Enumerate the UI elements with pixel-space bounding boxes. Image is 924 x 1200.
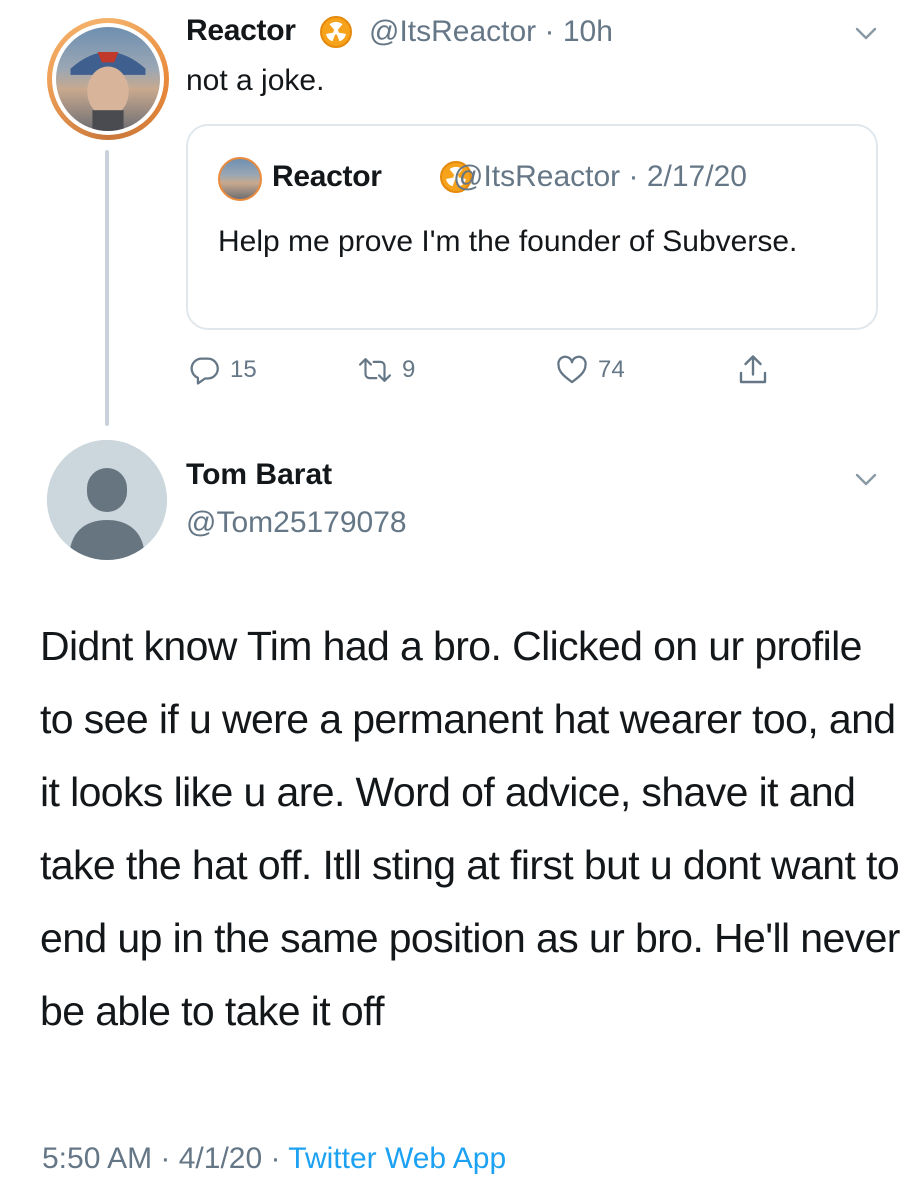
parent-handle-time: @ItsReactor · 10h bbox=[369, 15, 613, 49]
like-count: 74 bbox=[598, 356, 625, 383]
reply-handle[interactable]: @Tom25179078 bbox=[186, 506, 407, 540]
thread-line bbox=[105, 150, 109, 426]
quoted-avatar bbox=[218, 157, 262, 201]
default-avatar[interactable] bbox=[47, 440, 167, 560]
heart-icon bbox=[557, 355, 587, 384]
reactor-avatar-photo bbox=[56, 27, 160, 131]
parent-tweet-text: not a joke. bbox=[186, 64, 325, 97]
retweet-icon bbox=[358, 358, 392, 382]
chevron-down-icon[interactable] bbox=[853, 20, 879, 46]
tweet-source-link[interactable]: Twitter Web App bbox=[288, 1142, 506, 1175]
quoted-date: 2/17/20 bbox=[646, 160, 747, 193]
dot-separator: · bbox=[152, 1142, 179, 1175]
person-silhouette-icon bbox=[47, 440, 167, 560]
like-button[interactable]: 74 bbox=[554, 352, 625, 388]
quoted-tweet-text: Help me prove I'm the founder of Subvers… bbox=[218, 225, 798, 258]
reply-author-name[interactable]: Tom Barat bbox=[186, 458, 332, 492]
reply-button[interactable]: 15 bbox=[188, 352, 257, 388]
dot-separator: · bbox=[262, 1142, 289, 1175]
quoted-handle-date: @ItsReactor · 2/17/20 bbox=[453, 160, 747, 194]
share-icon bbox=[739, 355, 767, 384]
reply-icon bbox=[190, 357, 219, 385]
retweet-button[interactable]: 9 bbox=[356, 352, 415, 388]
parent-handle[interactable]: @ItsReactor bbox=[369, 15, 536, 48]
chevron-down-icon[interactable] bbox=[853, 466, 879, 492]
quoted-author-name: Reactor bbox=[272, 160, 382, 193]
retweet-count: 9 bbox=[402, 356, 416, 383]
quoted-handle: @ItsReactor bbox=[453, 160, 621, 193]
reactor-avatar[interactable] bbox=[47, 18, 169, 140]
share-button[interactable] bbox=[735, 352, 771, 388]
dot-separator: · bbox=[620, 160, 647, 193]
parent-author-name[interactable]: Reactor bbox=[186, 14, 296, 48]
reply-count: 15 bbox=[230, 356, 257, 383]
reply-tweet-text: Didnt know Tim had a bro. Clicked on ur … bbox=[40, 623, 900, 1034]
dot-separator: · bbox=[536, 15, 563, 48]
tweet-metadata: 5:50 AM · 4/1/20 · Twitter Web App bbox=[42, 1142, 506, 1176]
tweet-date[interactable]: 4/1/20 bbox=[179, 1142, 262, 1175]
tweet-time[interactable]: 5:50 AM bbox=[42, 1142, 152, 1175]
parent-time[interactable]: 10h bbox=[563, 15, 613, 48]
radioactive-icon bbox=[320, 16, 352, 48]
